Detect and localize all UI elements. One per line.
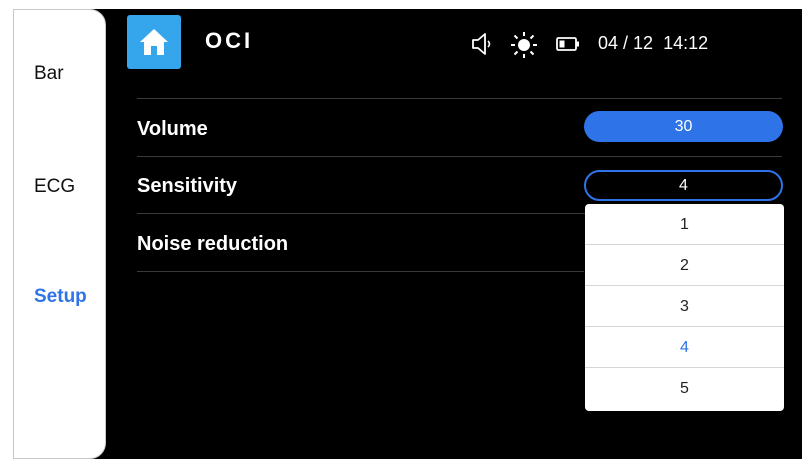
volume-value-button[interactable]: 30: [584, 111, 783, 142]
divider: [137, 156, 782, 157]
sidebar-item-ecg[interactable]: ECG: [14, 167, 107, 207]
divider: [137, 98, 782, 99]
battery-icon: [556, 37, 579, 51]
dropdown-option-selected[interactable]: 4: [585, 327, 784, 368]
dropdown-option[interactable]: 3: [585, 286, 784, 327]
sidebar: Bar ECG Setup: [13, 9, 106, 459]
status-time: 14:12: [663, 33, 709, 53]
dropdown-option[interactable]: 5: [585, 368, 784, 409]
home-icon: [140, 29, 168, 55]
dropdown-option[interactable]: 2: [585, 245, 784, 286]
divider: [137, 271, 584, 272]
status-date: 04 / 12: [598, 33, 654, 53]
sensitivity-label: Sensitivity: [137, 175, 238, 197]
sidebar-item-setup[interactable]: Setup: [14, 277, 107, 317]
home-button[interactable]: [127, 15, 181, 69]
noise-reduction-label: Noise reduction: [137, 233, 289, 255]
sensitivity-select[interactable]: 4: [584, 170, 783, 201]
sensitivity-dropdown: 1 2 3 4 5: [585, 204, 784, 411]
dropdown-option[interactable]: 1: [585, 204, 784, 245]
volume-label: Volume: [137, 118, 208, 140]
brightness-icon[interactable]: [510, 31, 538, 59]
app-title: OCI: [205, 28, 254, 53]
speaker-icon[interactable]: [470, 31, 494, 57]
status-datetime: 04 / 12 14:12: [598, 33, 708, 54]
sidebar-item-bar[interactable]: Bar: [14, 54, 107, 94]
